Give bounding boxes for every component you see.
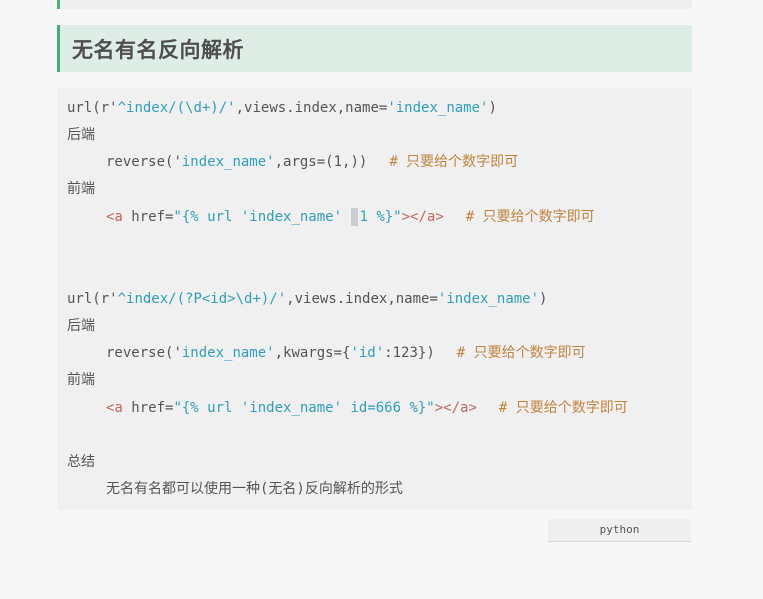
code-token: id=666 %}" [350, 400, 435, 416]
code-line-5: <a href="{% url 'index_name' 1 %}"></a> #… [106, 208, 595, 226]
code-token: reverse [106, 345, 166, 361]
text-cursor [351, 208, 359, 226]
code-token: %}" [367, 209, 402, 225]
code-comment: # 只要给个数字即可 [389, 154, 519, 170]
previous-section-strip [57, 0, 692, 9]
code-token: index_name' [181, 345, 275, 361]
code-token: ) [488, 100, 497, 116]
section-heading: 无名有名反向解析 [57, 25, 692, 72]
code-token: 'index_name' [387, 100, 489, 116]
code-token: ,views.index,name= [235, 100, 388, 116]
code-line-6: url(r'^index/(?P<id>\d+)/',views.index,n… [67, 290, 547, 308]
code-token: <a [106, 400, 123, 416]
code-token: ,args=(1,)) [274, 154, 368, 170]
code-line-4: 前端 [67, 181, 95, 197]
code-comment: # 只要给个数字即可 [465, 209, 595, 225]
code-token: ,kwargs={ [274, 345, 351, 361]
code-line-3: reverse('index_name',args=(1,)) # 只要给个数字即… [106, 153, 518, 171]
code-line-1: url(r'^index/(\d+)/',views.index,name='i… [67, 99, 497, 117]
code-token: (r' [92, 291, 118, 307]
code-line-9: 前端 [67, 372, 95, 388]
code-token: index_name' [181, 154, 275, 170]
code-token: ^index/(\d+)/' [117, 100, 236, 116]
code-token: url [67, 291, 93, 307]
code-token: url [67, 100, 93, 116]
code-token: (r' [92, 100, 118, 116]
code-token: ></a> [401, 209, 444, 225]
code-token: (' [165, 345, 182, 361]
code-comment: # 只要给个数字即可 [498, 400, 628, 416]
code-token: :123}) [384, 345, 435, 361]
code-line-12: 无名有名都可以使用一种(无名)反向解析的形式 [106, 481, 403, 497]
section-title: 无名有名反向解析 [72, 38, 244, 62]
code-token: href= [122, 209, 174, 225]
code-token: ) [539, 291, 548, 307]
code-token: "{% url 'index_name' [173, 400, 351, 416]
code-token: href= [122, 400, 174, 416]
code-token: "{% url 'index_name' [173, 209, 351, 225]
code-line-8: reverse('index_name',kwargs={'id':123}) #… [106, 344, 586, 362]
code-token: ^index/(?P<id>\d+)/' [117, 291, 287, 307]
code-token: reverse [106, 154, 166, 170]
code-token: ></a> [434, 400, 477, 416]
code-comment: # 只要给个数字即可 [456, 345, 586, 361]
code-token: ,views.index,name= [286, 291, 438, 307]
code-token: <a [106, 209, 123, 225]
code-token: 'id' [350, 345, 385, 361]
code-line-2: 后端 [67, 127, 95, 143]
code-token: (' [165, 154, 182, 170]
code-token: 'index_name' [437, 291, 540, 307]
code-line-7: 后端 [67, 318, 95, 334]
code-line-10: <a href="{% url 'index_name' id=666 %}">… [106, 399, 628, 417]
language-selector[interactable]: python [548, 519, 691, 542]
code-token: 1 [359, 209, 368, 225]
code-line-11: 总结 [67, 454, 95, 470]
code-block[interactable]: url(r'^index/(\d+)/',views.index,name='i… [57, 88, 692, 510]
